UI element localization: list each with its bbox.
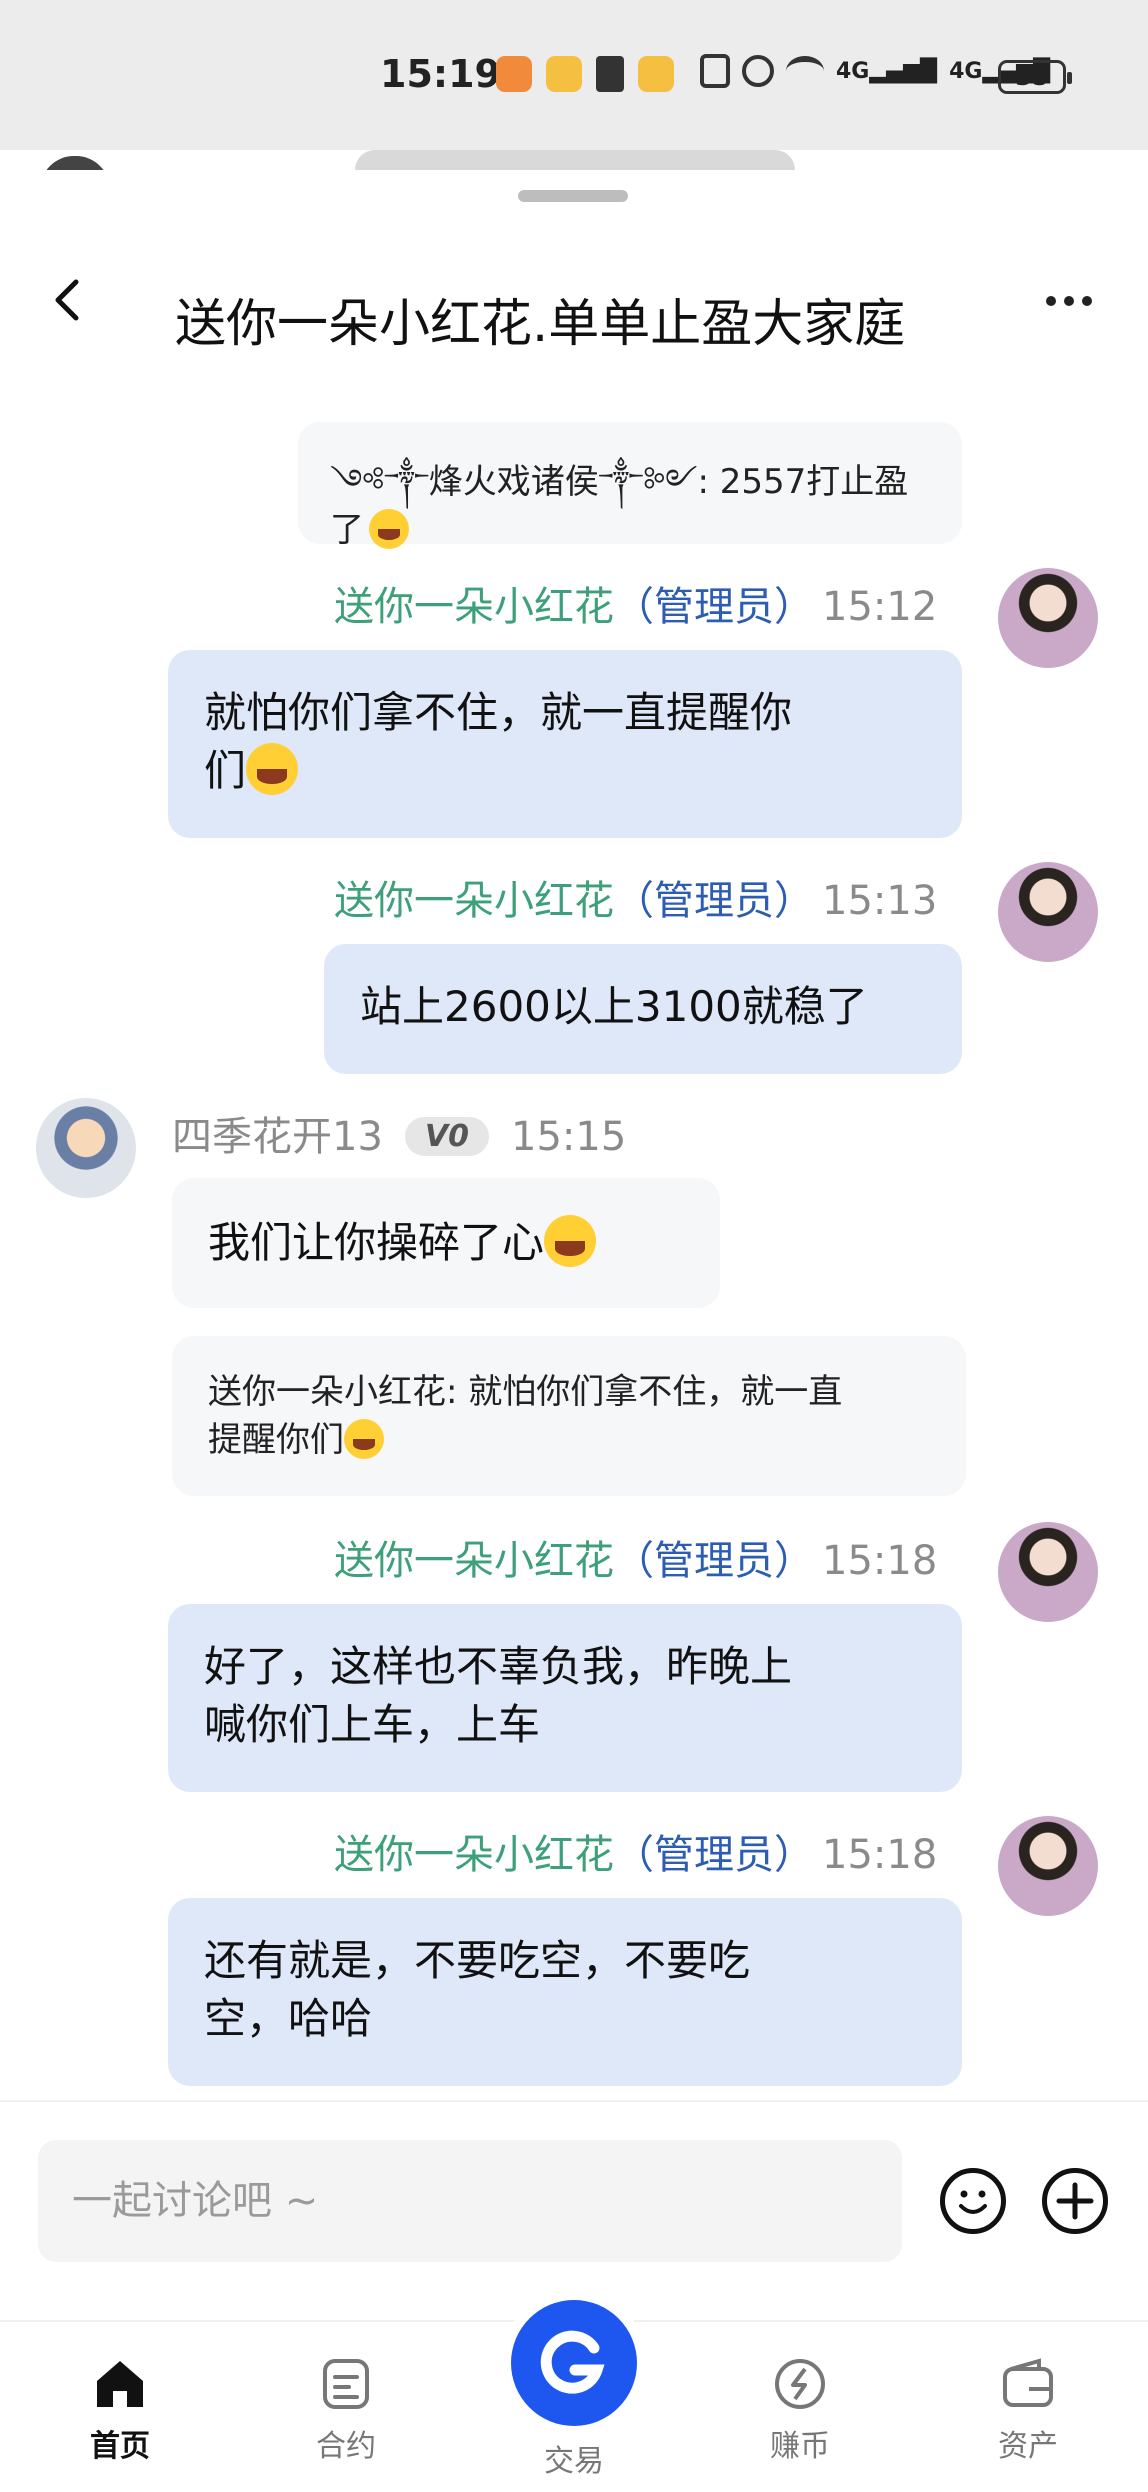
battery-indicator: 35 xyxy=(998,60,1072,94)
contract-icon xyxy=(323,2359,369,2409)
message-header: 四季花开13 V0 15:15 xyxy=(172,1104,626,1162)
laugh-emoji-icon xyxy=(246,743,299,795)
sender-role: （管理员） xyxy=(614,1832,814,1878)
notification-icons xyxy=(496,56,674,92)
sender-role: （管理员） xyxy=(614,878,814,924)
message-bubble[interactable]: 我们让你操碎了心 xyxy=(172,1178,720,1308)
sender-name[interactable]: 四季花开13 xyxy=(172,1114,383,1160)
message-bubble[interactable]: 就怕你们拿不住，就一直提醒你 们 xyxy=(168,650,962,838)
app-notification-icon xyxy=(596,56,624,92)
message-text-line: 好了，这样也不辜负我，昨晚上 xyxy=(204,1642,793,1691)
tab-label: 赚币 xyxy=(770,2429,830,2464)
quoted-message: ༺༒烽火戏诸侯༒༻: 2557打止盈了 xyxy=(298,422,962,550)
message-header: 送你一朵小红花（管理员） 15:12 xyxy=(334,574,937,632)
message-text: 我们让你操碎了心 xyxy=(208,1218,545,1267)
weibo-icon xyxy=(638,56,674,92)
tab-home[interactable]: 首页 xyxy=(50,2355,190,2465)
quoted-reply[interactable]: 送你一朵小红花: 就怕你们拿不住，就一直 提醒你们 xyxy=(172,1336,966,1496)
message-header: 送你一朵小红花（管理员） 15:13 xyxy=(334,868,937,926)
home-icon xyxy=(97,2361,143,2407)
avatar[interactable] xyxy=(36,1098,136,1198)
trade-button[interactable] xyxy=(511,2300,637,2426)
sender-name[interactable]: 送你一朵小红花 xyxy=(334,584,614,630)
message-bubble[interactable]: 好了，这样也不辜负我，昨晚上 喊你们上车，上车 xyxy=(168,1604,962,1792)
sender-name[interactable]: 送你一朵小红花 xyxy=(334,878,614,924)
message-bubble[interactable]: 站上2600以上3100就稳了 xyxy=(324,944,962,1074)
message-header: 送你一朵小红花（管理员） 15:18 xyxy=(334,1822,937,1880)
message-header: 送你一朵小红花（管理员） 15:18 xyxy=(334,1528,937,1586)
alarm-icon xyxy=(742,55,774,87)
message-time: 15:15 xyxy=(511,1114,627,1160)
tab-assets[interactable]: 资产 xyxy=(958,2355,1098,2465)
message-text: 站上2600以上3100就稳了 xyxy=(360,982,868,1031)
tab-label: 交易 xyxy=(544,2444,604,2479)
sender-role: （管理员） xyxy=(614,584,814,630)
quoted-text-line: 送你一朵小红花: 就怕你们拿不住，就一直 xyxy=(208,1372,843,1412)
laugh-emoji-icon xyxy=(544,1215,597,1267)
chat-title: 送你一朵小红花.单单止盈大家庭 xyxy=(175,295,906,354)
weibo-icon xyxy=(546,56,582,92)
earn-icon xyxy=(775,2359,825,2409)
quoted-text-line: 提醒你们 xyxy=(208,1416,930,1464)
sender-name[interactable]: 送你一朵小红花 xyxy=(334,1832,614,1878)
message-text-line: 还有就是，不要吃空，不要吃 xyxy=(204,1936,751,1985)
grin-emoji-icon xyxy=(369,509,410,549)
tab-label: 资产 xyxy=(998,2429,1058,2464)
status-bar: 15:19 4G▂▄▆█ 4G▂▄▆█ 35 xyxy=(0,0,1148,190)
message-time: 15:18 xyxy=(822,1538,938,1584)
avatar[interactable] xyxy=(998,1522,1098,1622)
message-text-line: 空，哈哈 xyxy=(204,1994,373,2043)
laugh-emoji-icon xyxy=(344,1419,384,1459)
message-time: 15:12 xyxy=(822,584,938,630)
back-button[interactable] xyxy=(40,270,100,330)
app-notification-icon xyxy=(496,56,532,92)
message-text-line: 们 xyxy=(204,742,926,800)
avatar[interactable] xyxy=(998,1816,1098,1916)
trade-icon xyxy=(540,2330,605,2394)
add-attachment-icon[interactable] xyxy=(1042,2168,1108,2234)
nfc-icon xyxy=(700,54,730,88)
avatar[interactable] xyxy=(998,862,1098,962)
avatar[interactable] xyxy=(998,568,1098,668)
message-text-line: 喊你们上车，上车 xyxy=(204,1700,541,1749)
wifi-icon xyxy=(786,56,824,86)
status-time: 15:19 xyxy=(380,52,501,96)
sheet-grabber[interactable] xyxy=(518,190,628,202)
message-bubble[interactable]: 还有就是，不要吃空，不要吃 空，哈哈 xyxy=(168,1898,962,2086)
sender-name[interactable]: 送你一朵小红花 xyxy=(334,1538,614,1584)
message-text-line: 就怕你们拿不住，就一直提醒你 xyxy=(204,688,793,737)
divider xyxy=(0,2100,1148,2102)
wallet-icon xyxy=(1003,2358,1053,2407)
quoted-text: ༺༒烽火戏诸侯༒༻: 2557打止盈了 xyxy=(330,462,909,550)
more-options-icon[interactable] xyxy=(1046,296,1092,306)
emoji-picker-icon[interactable] xyxy=(940,2168,1006,2234)
message-time: 15:18 xyxy=(822,1832,938,1878)
tab-contract[interactable]: 合约 xyxy=(276,2355,416,2465)
sender-role: （管理员） xyxy=(614,1538,814,1584)
chevron-left-icon xyxy=(55,279,79,321)
message-time: 15:13 xyxy=(822,878,938,924)
tab-earn[interactable]: 赚币 xyxy=(730,2355,870,2465)
signal-icon-1: 4G▂▄▆█ xyxy=(836,58,938,84)
tab-label: 首页 xyxy=(90,2429,150,2464)
level-badge: V0 xyxy=(404,1117,489,1156)
message-input[interactable]: 一起讨论吧 ~ xyxy=(38,2140,902,2262)
tab-label: 合约 xyxy=(316,2429,376,2464)
